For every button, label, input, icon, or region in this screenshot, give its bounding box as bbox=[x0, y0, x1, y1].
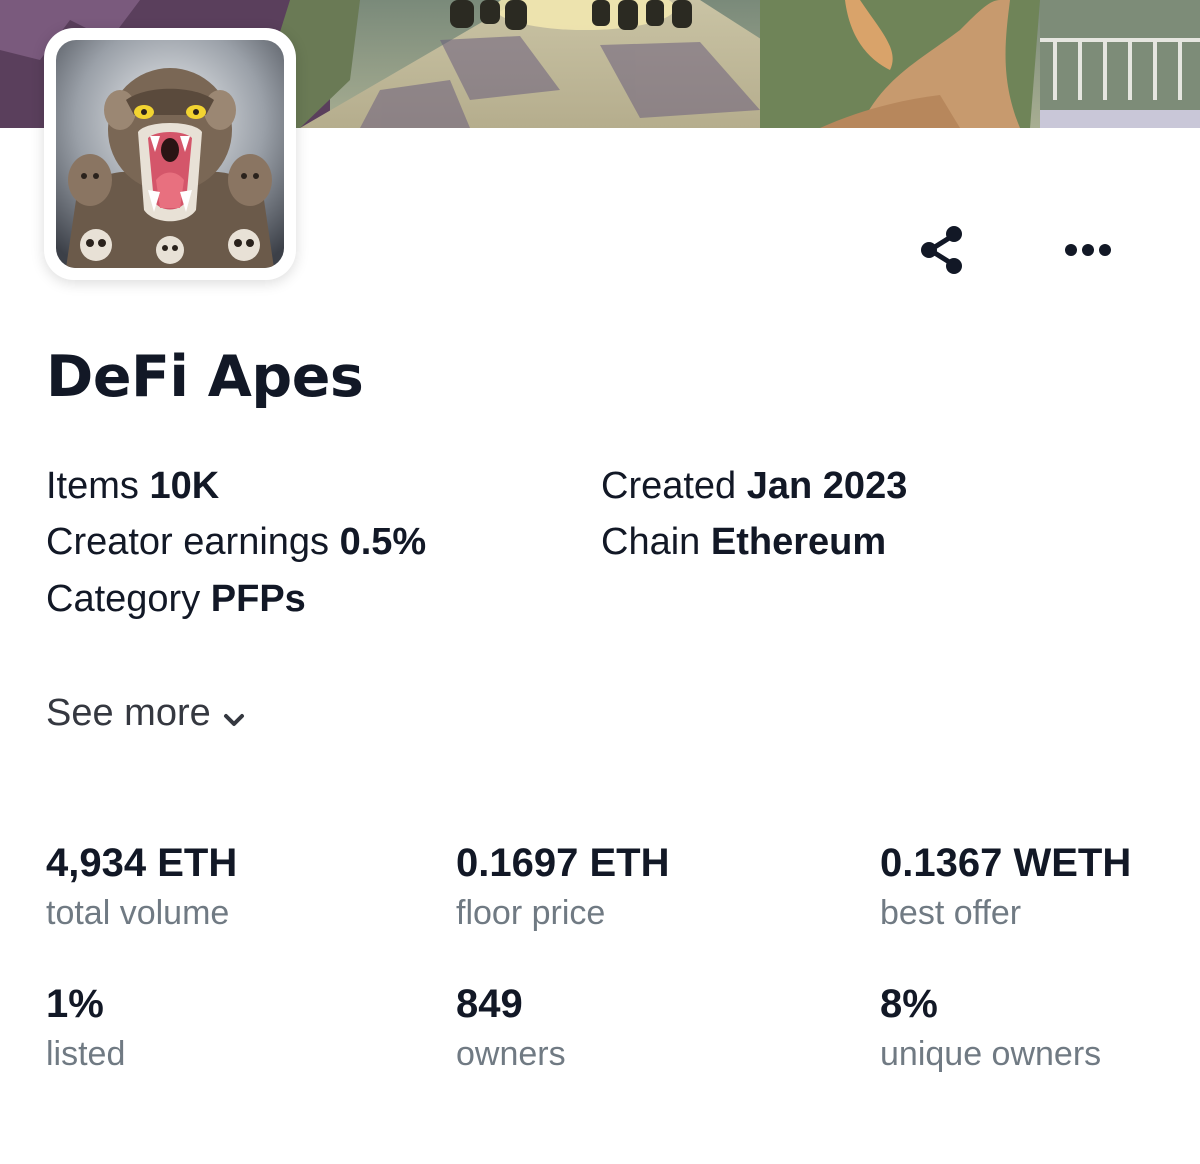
stat-label: best offer bbox=[880, 894, 1022, 932]
collection-title: DeFi Apes bbox=[46, 344, 364, 410]
share-button[interactable] bbox=[910, 218, 974, 282]
stat-value: 849 bbox=[456, 982, 523, 1026]
stat-label: listed bbox=[46, 1035, 126, 1073]
detail-items-value: 10K bbox=[149, 465, 220, 507]
stat-unique-owners: 8% unique owners bbox=[880, 979, 1101, 1077]
stat-listed: 1% listed bbox=[46, 979, 125, 1077]
detail-category-value: PFPs bbox=[210, 578, 306, 620]
detail-items: Items 10K bbox=[46, 462, 219, 510]
detail-creator-earnings: Creator earnings 0.5% bbox=[46, 518, 426, 566]
stat-label: unique owners bbox=[880, 1035, 1102, 1073]
stat-value: 1% bbox=[46, 982, 104, 1026]
see-more-label: See more bbox=[46, 692, 211, 734]
detail-category: Category PFPs bbox=[46, 575, 306, 623]
stat-value: 4,934 ETH bbox=[46, 841, 238, 885]
stat-label: total volume bbox=[46, 894, 230, 932]
avatar-image bbox=[56, 40, 284, 268]
stat-owners: 849 owners bbox=[456, 979, 566, 1077]
stat-value: 0.1367 WETH bbox=[880, 841, 1132, 885]
see-more-button[interactable]: See more bbox=[46, 687, 245, 739]
ape-avatar-illustration bbox=[56, 40, 284, 268]
stat-best-offer: 0.1367 WETH best offer bbox=[880, 838, 1131, 936]
detail-created-label: Created bbox=[601, 465, 737, 507]
more-horizontal-icon bbox=[1065, 244, 1111, 256]
detail-chain-value: Ethereum bbox=[710, 521, 887, 563]
collection-avatar bbox=[44, 28, 296, 280]
stat-value: 8% bbox=[880, 982, 938, 1026]
detail-creator-earnings-value: 0.5% bbox=[339, 521, 427, 563]
detail-creator-earnings-label: Creator earnings bbox=[46, 521, 330, 563]
detail-chain: Chain Ethereum bbox=[601, 518, 886, 566]
stat-floor-price: 0.1697 ETH floor price bbox=[456, 838, 669, 936]
more-options-button[interactable] bbox=[1056, 218, 1120, 282]
chevron-down-icon bbox=[223, 691, 245, 739]
detail-chain-label: Chain bbox=[601, 521, 701, 563]
share-icon bbox=[921, 226, 962, 274]
detail-created: Created Jan 2023 bbox=[601, 462, 907, 510]
detail-items-label: Items bbox=[46, 465, 139, 507]
detail-category-label: Category bbox=[46, 578, 201, 620]
stat-label: floor price bbox=[456, 894, 606, 932]
stat-label: owners bbox=[456, 1035, 566, 1073]
detail-created-value: Jan 2023 bbox=[746, 465, 908, 507]
stat-value: 0.1697 ETH bbox=[456, 841, 670, 885]
stat-total-volume: 4,934 ETH total volume bbox=[46, 838, 237, 936]
